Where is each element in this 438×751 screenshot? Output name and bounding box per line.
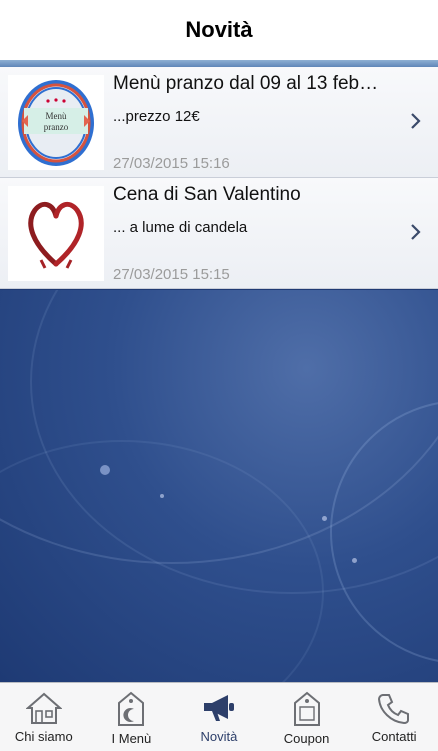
page-title: Novità — [185, 17, 253, 42]
chevron-right-icon — [411, 113, 421, 129]
tab-label: Novità — [200, 729, 238, 744]
header-divider — [0, 60, 438, 67]
tab-contatti[interactable]: Contatti — [350, 683, 438, 751]
list-item[interactable]: Cena di San Valentino ... a lume di cand… — [0, 178, 438, 289]
menu-pranzo-logo: Menù pranzo — [8, 75, 104, 170]
thumb-line2: pranzo — [44, 122, 69, 132]
tab-i-menu[interactable]: I Menù — [88, 683, 176, 751]
coupon-tag-icon — [293, 691, 320, 726]
tab-chi-siamo[interactable]: Chi siamo — [0, 683, 88, 751]
item-date: 27/03/2015 15:16 — [113, 155, 230, 172]
menu-tag-icon — [118, 691, 145, 726]
background-art — [0, 290, 438, 682]
wine-heart-image — [8, 186, 104, 281]
house-icon — [25, 692, 62, 724]
chevron-right-icon — [411, 224, 421, 240]
tab-label: Contatti — [371, 729, 417, 744]
item-subtitle: ...prezzo 12€ — [113, 108, 200, 125]
phone-icon — [378, 694, 410, 725]
item-date: 27/03/2015 15:15 — [113, 266, 230, 283]
item-title: Menù pranzo dal 09 al 13 feb… — [113, 73, 379, 94]
list-item[interactable]: Menù pranzo Menù pranzo dal 09 al 13 feb… — [0, 67, 438, 178]
tab-label: I Menù — [111, 731, 152, 746]
item-subtitle: ... a lume di candela — [113, 219, 248, 236]
nav-bar: Novità — [0, 0, 438, 60]
tab-bar: Chi siamo I Menù Novità Coupon Contatti — [0, 682, 438, 751]
tab-label: Coupon — [283, 731, 330, 746]
megaphone-icon — [203, 695, 234, 721]
thumb-line1: Menù — [46, 111, 67, 121]
tab-coupon[interactable]: Coupon — [263, 683, 351, 751]
tab-label: Chi siamo — [14, 729, 73, 744]
news-list: Menù pranzo Menù pranzo dal 09 al 13 feb… — [0, 67, 438, 289]
tab-novita[interactable]: Novità — [175, 683, 263, 751]
item-title: Cena di San Valentino — [113, 184, 301, 205]
